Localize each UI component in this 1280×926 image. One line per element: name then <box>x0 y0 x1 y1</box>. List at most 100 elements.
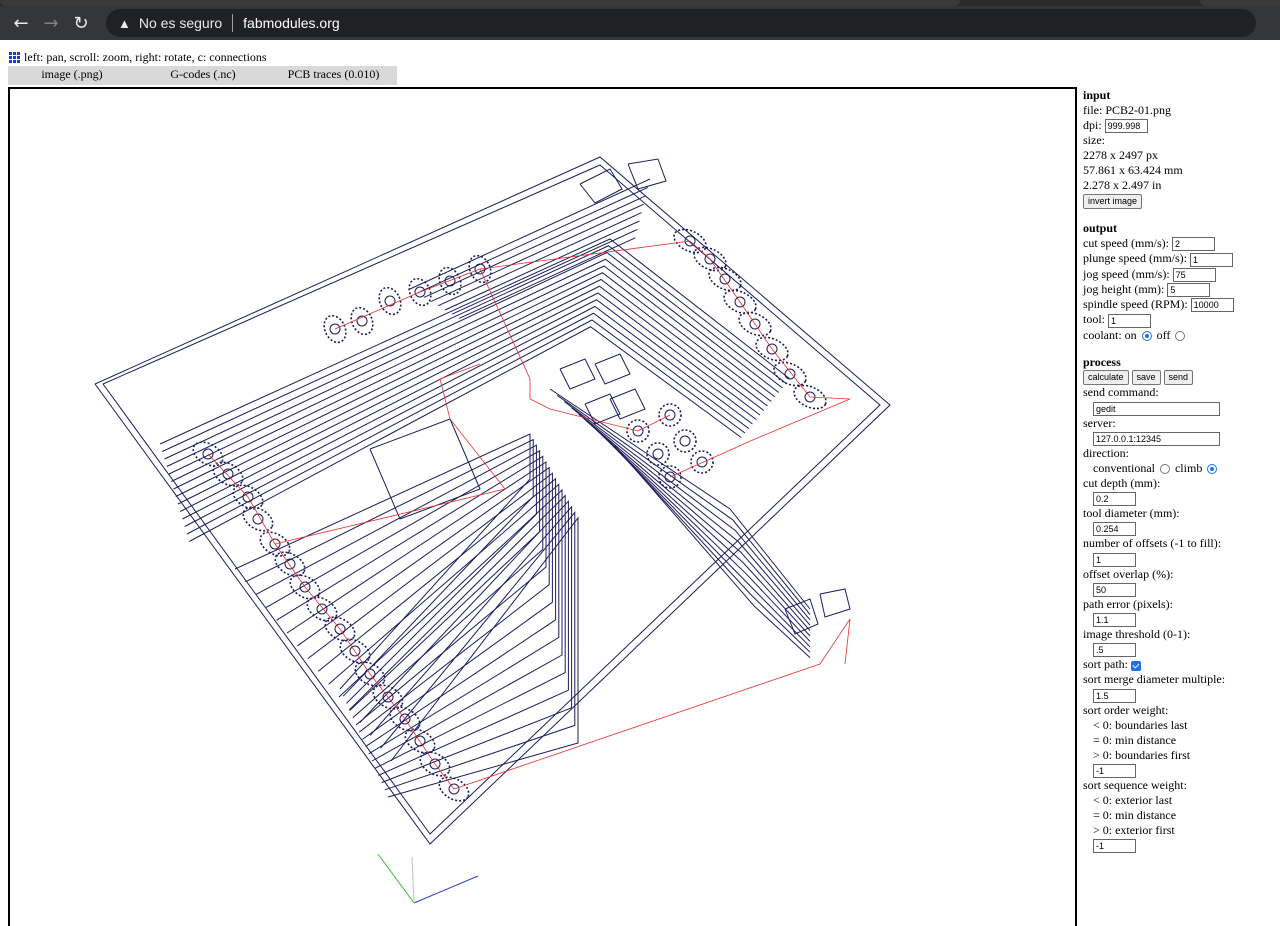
offsets-label: number of offsets (-1 to fill): <box>1083 536 1222 551</box>
order-weight-label: sort order weight: <box>1083 702 1169 717</box>
sort-path-label: sort path: <box>1083 657 1128 672</box>
cut-depth-input[interactable] <box>1093 492 1136 506</box>
url-text[interactable]: fabmodules.org <box>243 15 340 31</box>
threshold-input[interactable] <box>1093 643 1136 658</box>
send-command-input[interactable] <box>1093 401 1220 416</box>
dpi-input[interactable] <box>1104 119 1148 134</box>
pad-footprint <box>579 168 623 204</box>
coolant-on-radio[interactable] <box>1141 330 1152 341</box>
jog-height-input[interactable] <box>1167 283 1211 297</box>
control-panel: input file: PCB2-01.png dpi: size: 2278 … <box>1083 88 1278 853</box>
sort-path-checkbox[interactable] <box>1131 660 1141 671</box>
security-label[interactable]: No es seguro <box>139 15 222 31</box>
menu-image-png[interactable]: image (.png) <box>8 66 136 85</box>
plunge-speed-input[interactable] <box>1189 252 1233 267</box>
cut-depth-label: cut depth (mm): <box>1083 475 1161 490</box>
path-error-input[interactable] <box>1093 613 1136 627</box>
axis-x <box>413 875 479 904</box>
coolant-off-label: off <box>1156 327 1171 342</box>
merge-label: sort merge diameter multiple: <box>1083 672 1226 687</box>
coolant-off-radio[interactable] <box>1175 330 1186 341</box>
jog-path-e <box>479 240 691 270</box>
menu-pcb-traces[interactable]: PCB traces (0.010) <box>270 66 397 85</box>
spindle-speed-label: spindle speed (RPM): <box>1083 297 1188 311</box>
jog-speed-input[interactable] <box>1172 267 1216 282</box>
help-text: left: pan, scroll: zoom, right: rotate, … <box>24 49 267 64</box>
divider <box>232 14 234 32</box>
calculate-button[interactable]: calculate <box>1083 370 1129 386</box>
conventional-radio[interactable] <box>1159 464 1170 474</box>
trace-bundle-top <box>437 212 642 307</box>
reload-icon[interactable]: ↻ <box>66 8 96 38</box>
threshold-label: image threshold (0-1): <box>1083 627 1191 641</box>
jog-moves <box>207 240 851 790</box>
toolpath-canvas[interactable] <box>8 87 1077 926</box>
pad-hole <box>384 295 396 307</box>
trace-bundle-top <box>444 220 640 311</box>
server-label: server: <box>1083 415 1116 430</box>
trace-bundle-lower <box>338 488 563 762</box>
output-section-title: output <box>1083 221 1118 235</box>
pad-hole <box>652 448 664 460</box>
pad-mid-2 <box>673 429 697 453</box>
trace-bundle-lower <box>297 466 550 733</box>
tool-diameter-input[interactable] <box>1093 522 1136 537</box>
save-button[interactable]: save <box>1131 370 1161 386</box>
forward-icon[interactable]: → <box>36 8 66 38</box>
spindle-speed-input[interactable] <box>1190 298 1234 313</box>
axis-z <box>411 856 415 904</box>
order-weight-input[interactable] <box>1093 763 1136 778</box>
coolant-label: coolant: on <box>1083 327 1137 342</box>
order-hint-eq: = 0: min distance <box>1093 732 1177 747</box>
send-button[interactable]: send <box>1163 370 1194 386</box>
seq-hint-eq: = 0: min distance <box>1093 807 1177 822</box>
pad-footprint <box>819 588 851 618</box>
direction-label: direction: <box>1083 445 1129 460</box>
size-px: 2278 x 2497 px <box>1083 148 1158 163</box>
menu-gcodes-nc[interactable]: G-codes (.nc) <box>136 66 270 85</box>
size-in: 2.278 x 2.497 in <box>1083 178 1162 193</box>
climb-radio[interactable] <box>1207 464 1218 474</box>
help-row: left: pan, scroll: zoom, right: rotate, … <box>8 50 267 64</box>
pad-left-5 <box>274 551 306 577</box>
invert-image-button[interactable]: invert image <box>1083 194 1143 209</box>
trace-bundle-lower <box>349 494 566 769</box>
offsets-input[interactable] <box>1093 552 1136 567</box>
axis-y <box>377 853 415 904</box>
tool-input[interactable] <box>1108 313 1152 328</box>
board-outline <box>94 156 891 845</box>
dpi-label: dpi: <box>1083 118 1102 132</box>
toolpath-view[interactable] <box>10 89 1077 926</box>
address-bar[interactable]: ▲ No es seguro fabmodules.org <box>106 9 1256 37</box>
back-icon[interactable]: ← <box>6 8 36 38</box>
seq-hint-gt: > 0: exterior first <box>1093 822 1175 837</box>
path-error-label: path error (pixels): <box>1083 596 1173 611</box>
overlap-input[interactable] <box>1093 582 1136 597</box>
jog-height-label: jog height (mm): <box>1083 281 1165 296</box>
overlap-label: offset overlap (%): <box>1083 566 1174 581</box>
merge-input[interactable] <box>1093 688 1136 703</box>
pad-footprint <box>627 158 667 190</box>
input-section-title: input <box>1083 88 1111 102</box>
pad-top-1 <box>350 306 374 336</box>
server-input[interactable] <box>1093 431 1220 446</box>
pad-top-2 <box>378 286 402 316</box>
seq-hint-lt: < 0: exterior last <box>1093 792 1173 807</box>
trace-bundle-top <box>423 195 647 298</box>
pad-left-7 <box>306 596 338 622</box>
pad-hole <box>316 603 328 615</box>
grid-menu-icon[interactable] <box>8 50 21 64</box>
pad-hole <box>444 275 456 287</box>
sequence-weight-input[interactable] <box>1093 839 1136 853</box>
plunge-speed-label: plunge speed (mm/s): <box>1083 251 1187 266</box>
browser-toolbar: ← → ↻ ▲ No es seguro fabmodules.org <box>0 6 1280 40</box>
trace-bundle-lower <box>369 505 573 784</box>
trace-bundle-lower <box>245 438 534 697</box>
cut-speed-input[interactable] <box>1171 237 1215 252</box>
warning-icon[interactable]: ▲ <box>118 16 131 31</box>
trace-bundle-lower <box>265 449 541 711</box>
pad-hole <box>679 435 691 447</box>
axes-gizmo <box>377 853 479 904</box>
pad-hole <box>784 368 796 380</box>
order-hint-lt: < 0: boundaries last <box>1093 717 1188 732</box>
